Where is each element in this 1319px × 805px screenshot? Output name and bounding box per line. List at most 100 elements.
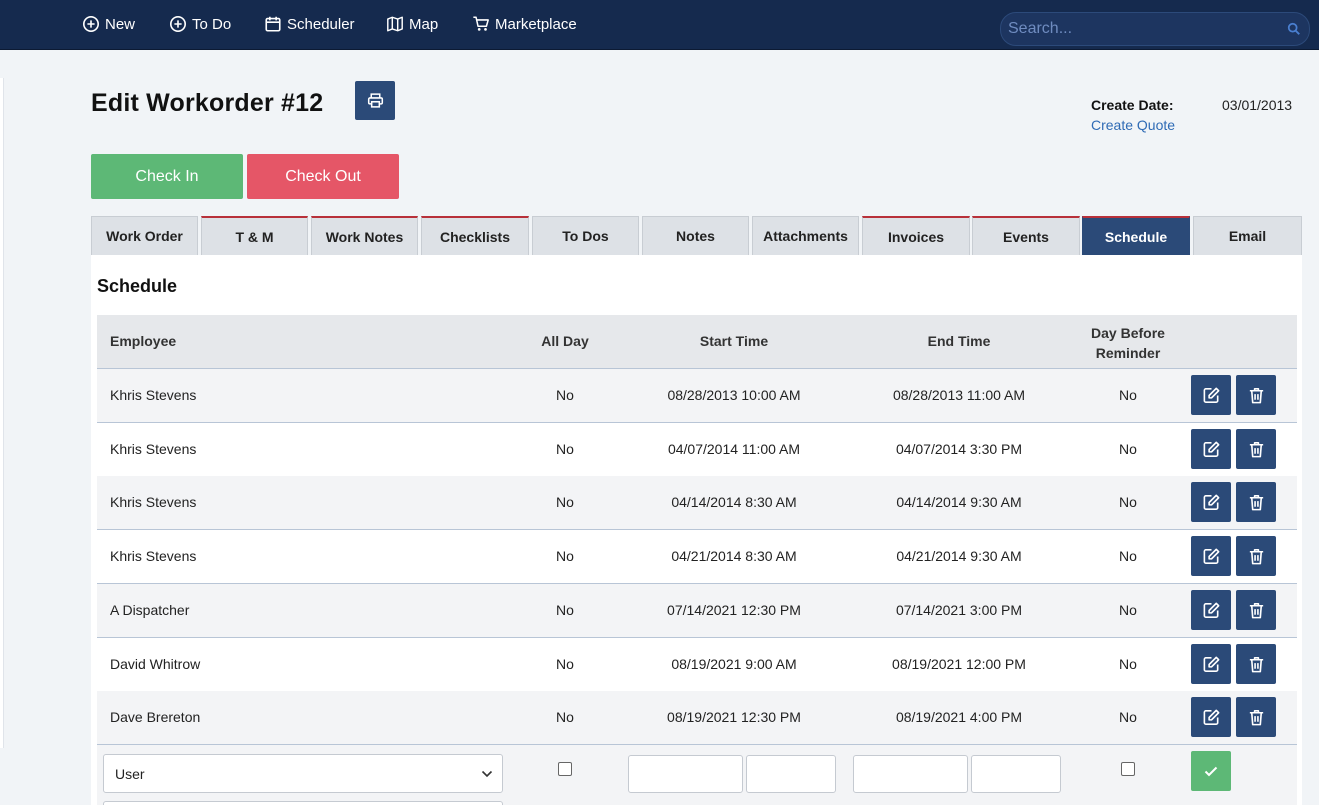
all-day-checkbox[interactable] <box>558 762 572 776</box>
edit-icon <box>1203 602 1219 618</box>
col-start-time: Start Time <box>699 333 769 349</box>
search-input[interactable] <box>1008 20 1278 38</box>
nav-new[interactable]: New <box>82 14 135 34</box>
left-edge-divider <box>0 78 4 748</box>
cell-end-time: 07/14/2021 3:00 PM <box>895 602 1023 618</box>
cell-all-day: No <box>556 602 574 618</box>
col-day-before-reminder: Day Before Reminder <box>1068 323 1188 363</box>
nav-marketplace[interactable]: Marketplace <box>472 14 577 34</box>
edit-button[interactable] <box>1191 429 1231 469</box>
search-icon[interactable] <box>1287 22 1301 36</box>
table-row: A Dispatcher No 07/14/2021 12:30 PM 07/1… <box>97 584 1297 638</box>
table-row: Khris Stevens No 04/14/2014 8:30 AM 04/1… <box>97 476 1297 530</box>
edit-button[interactable] <box>1191 482 1231 522</box>
user-select-value: User <box>115 766 145 782</box>
cell-all-day: No <box>556 656 574 672</box>
nav-marketplace-label: Marketplace <box>495 15 577 33</box>
cell-end-time: 04/07/2014 3:30 PM <box>895 441 1023 457</box>
col-all-day: All Day <box>541 333 589 349</box>
user-select[interactable]: User <box>103 754 503 793</box>
nav-scheduler[interactable]: Scheduler <box>264 14 355 34</box>
delete-button[interactable] <box>1236 482 1276 522</box>
edit-icon <box>1203 709 1219 725</box>
print-icon <box>367 93 383 108</box>
second-select[interactable] <box>103 801 503 805</box>
plus-circle-icon <box>82 15 100 33</box>
tab-work-order[interactable]: Work Order <box>91 216 198 255</box>
nav-map-label: Map <box>409 15 439 33</box>
cell-end-time: 08/19/2021 4:00 PM <box>895 709 1023 725</box>
start-time-input[interactable] <box>746 755 836 793</box>
edit-button[interactable] <box>1191 590 1231 630</box>
cell-start-time: 07/14/2021 12:30 PM <box>667 602 801 618</box>
calendar-icon <box>265 16 281 32</box>
schedule-title: Schedule <box>97 276 178 296</box>
delete-button[interactable] <box>1236 644 1276 684</box>
table-row: Khris Stevens No 04/21/2014 8:30 AM 04/2… <box>97 530 1297 584</box>
cell-reminder: No <box>1119 709 1137 725</box>
cell-reminder: No <box>1119 602 1137 618</box>
col-reminder-line1: Day Before <box>1091 325 1165 341</box>
cell-end-time: 04/21/2014 9:30 AM <box>896 548 1022 564</box>
cell-all-day: No <box>556 548 574 564</box>
edit-icon <box>1203 656 1219 672</box>
reminder-checkbox[interactable] <box>1121 762 1135 776</box>
create-quote-link[interactable]: Create Quote <box>1091 117 1175 133</box>
plus-circle-icon <box>169 15 187 33</box>
end-time-input[interactable] <box>971 755 1061 793</box>
new-schedule-row: User <box>97 745 1297 805</box>
delete-button[interactable] <box>1236 590 1276 630</box>
start-date-input[interactable] <box>628 755 743 793</box>
cell-employee: Khris Stevens <box>110 387 197 403</box>
tab-notes[interactable]: Notes <box>642 216 749 255</box>
cell-employee: David Whitrow <box>110 656 201 672</box>
nav-map[interactable]: Map <box>386 14 438 34</box>
cell-end-time: 04/14/2014 9:30 AM <box>896 494 1022 510</box>
cell-all-day: No <box>556 387 574 403</box>
create-date-label: Create Date: <box>1091 97 1174 113</box>
table-row: Dave Brereton No 08/19/2021 12:30 PM 08/… <box>97 691 1297 745</box>
chevron-down-icon <box>481 770 493 778</box>
edit-button[interactable] <box>1191 536 1231 576</box>
nav-todo[interactable]: To Do <box>169 14 231 34</box>
cell-employee: A Dispatcher <box>110 602 190 618</box>
cell-start-time: 04/14/2014 8:30 AM <box>671 494 797 510</box>
edit-button[interactable] <box>1191 375 1231 415</box>
cell-start-time: 08/19/2021 12:30 PM <box>667 709 801 725</box>
cell-end-time: 08/28/2013 11:00 AM <box>892 387 1026 403</box>
tab-to-dos[interactable]: To Dos <box>532 216 639 255</box>
tab-checklists[interactable]: Checklists <box>421 216 529 255</box>
tab-invoices[interactable]: Invoices <box>862 216 970 255</box>
table-row: Khris Stevens No 08/28/2013 10:00 AM 08/… <box>97 369 1297 423</box>
delete-button[interactable] <box>1236 536 1276 576</box>
edit-button[interactable] <box>1191 644 1231 684</box>
nav-scheduler-label: Scheduler <box>287 15 355 33</box>
tab-attachments[interactable]: Attachments <box>752 216 859 255</box>
delete-button[interactable] <box>1236 697 1276 737</box>
check-in-button[interactable]: Check In <box>91 154 243 199</box>
create-date-value: 03/01/2013 <box>1222 97 1293 113</box>
print-button[interactable] <box>355 81 395 120</box>
tab-email[interactable]: Email <box>1193 216 1302 255</box>
edit-icon <box>1203 548 1219 564</box>
tab-events[interactable]: Events <box>972 216 1080 255</box>
edit-icon <box>1203 494 1219 510</box>
edit-button[interactable] <box>1191 697 1231 737</box>
page-title: Edit Workorder #12 <box>91 89 324 117</box>
nav-new-label: New <box>105 15 136 33</box>
workorder-tabs: Work Order T & M Work Notes Checklists T… <box>91 216 1302 255</box>
map-icon <box>387 16 403 32</box>
nav-todo-label: To Do <box>192 15 232 33</box>
tab-t-and-m[interactable]: T & M <box>201 216 308 255</box>
tab-work-notes[interactable]: Work Notes <box>311 216 418 255</box>
delete-button[interactable] <box>1236 375 1276 415</box>
check-out-button[interactable]: Check Out <box>247 154 399 199</box>
tab-schedule[interactable]: Schedule <box>1082 216 1190 255</box>
delete-button[interactable] <box>1236 429 1276 469</box>
cell-end-time: 08/19/2021 12:00 PM <box>892 656 1026 672</box>
save-schedule-button[interactable] <box>1191 751 1231 791</box>
cell-start-time: 04/07/2014 11:00 AM <box>667 441 801 457</box>
cell-reminder: No <box>1119 548 1137 564</box>
cell-all-day: No <box>556 441 574 457</box>
end-date-input[interactable] <box>853 755 968 793</box>
